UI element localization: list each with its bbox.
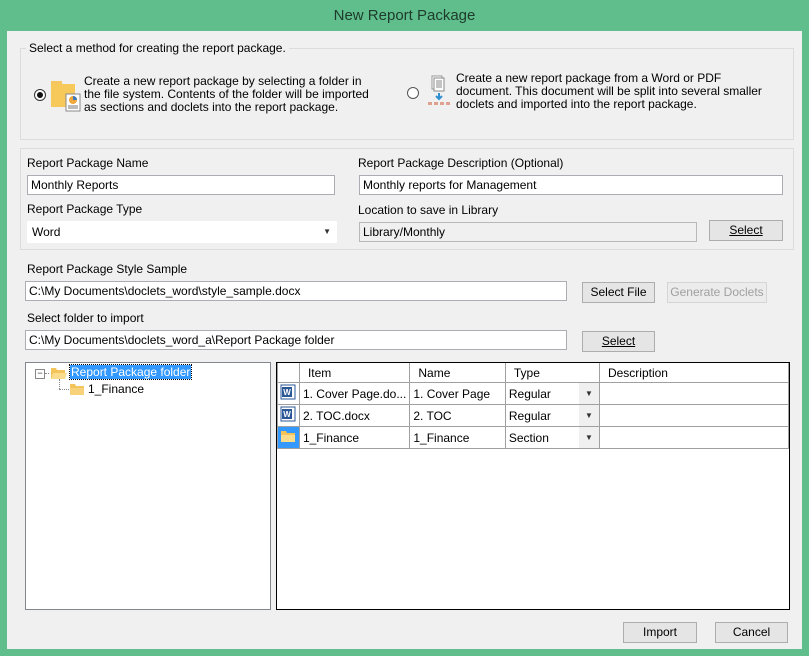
location-select-label: Select: [729, 223, 763, 237]
method-radio-folder[interactable]: [34, 89, 46, 101]
grid-header-icon: [277, 363, 300, 383]
row-item[interactable]: 1_Finance: [298, 426, 411, 449]
description-field[interactable]: Monthly reports for Management: [359, 175, 783, 195]
grid-header-item[interactable]: Item: [298, 363, 411, 383]
row-icon-cell: W: [277, 404, 300, 427]
chevron-down-icon: ▼: [578, 427, 599, 448]
method-radio-document[interactable]: [407, 87, 419, 99]
row-type-value: Section: [508, 430, 549, 445]
row-item[interactable]: 2. TOC.docx: [298, 404, 411, 427]
tree-connector: [59, 379, 60, 389]
items-grid[interactable]: Item Name Type Description W 1. Cover Pa…: [276, 362, 790, 610]
name-label: Report Package Name: [27, 156, 149, 170]
folder-icon: [70, 384, 84, 395]
table-row[interactable]: 1_Finance 1_Finance Section ▼: [277, 426, 790, 449]
location-field: Library/Monthly: [359, 222, 697, 242]
word-doc-icon: W: [280, 406, 296, 422]
row-type-dropdown[interactable]: Section ▼: [504, 426, 600, 449]
name-field[interactable]: Monthly Reports: [27, 175, 335, 195]
description-label: Report Package Description (Optional): [358, 156, 564, 170]
row-description[interactable]: [598, 426, 790, 449]
row-name[interactable]: 1_Finance: [409, 426, 506, 449]
row-name[interactable]: 1. Cover Page: [409, 382, 506, 405]
folder-icon: [281, 431, 295, 442]
cancel-button[interactable]: Cancel: [715, 622, 788, 643]
tree-node-root[interactable]: Report Package folder: [68, 364, 193, 380]
generate-doclets-button: Generate Doclets: [667, 282, 767, 303]
grid-header-description[interactable]: Description: [598, 363, 790, 383]
grid-header-type[interactable]: Type: [504, 363, 600, 383]
grid-header-name[interactable]: Name: [409, 363, 506, 383]
row-item[interactable]: 1. Cover Page.do...: [298, 382, 411, 405]
svg-text:W: W: [283, 410, 291, 419]
row-type-value: Regular: [508, 408, 551, 423]
tree-connector: [45, 373, 49, 374]
svg-text:W: W: [283, 388, 291, 397]
row-name[interactable]: 2. TOC: [409, 404, 506, 427]
method-folder-description: Create a new report package by selecting…: [84, 74, 369, 114]
dialog-client: Select a method for creating the report …: [7, 31, 802, 649]
folder-report-icon: [51, 81, 81, 112]
folder-label: Select folder to import: [27, 311, 144, 325]
tree-node-1-finance[interactable]: 1_Finance: [88, 382, 144, 397]
folder-tree[interactable]: − Report Package folder 1_Finance: [25, 362, 271, 610]
type-label: Report Package Type: [27, 202, 143, 216]
folder-field[interactable]: C:\My Documents\doclets_word_a\Report Pa…: [25, 330, 567, 350]
row-description[interactable]: [598, 404, 790, 427]
document-split-icon: [428, 75, 450, 105]
grid-header-row: Item Name Type Description: [277, 363, 790, 383]
table-row[interactable]: W 2. TOC.docx 2. TOC Regular ▼: [277, 404, 790, 427]
import-button[interactable]: Import: [623, 622, 697, 643]
chevron-down-icon: ▼: [578, 383, 599, 404]
method-group-legend: Select a method for creating the report …: [26, 41, 289, 55]
tree-connector: [59, 389, 69, 390]
row-icon-cell: W: [277, 382, 300, 405]
tree-node-root-label: Report Package folder: [68, 364, 193, 380]
row-type-dropdown[interactable]: Regular ▼: [504, 382, 600, 405]
word-doc-icon: W: [280, 384, 296, 400]
select-file-button[interactable]: Select File: [582, 282, 655, 303]
row-description[interactable]: [598, 382, 790, 405]
method-document-description: Create a new report package from a Word …: [456, 71, 762, 111]
chevron-down-icon: ▼: [578, 405, 599, 426]
style-sample-field[interactable]: C:\My Documents\doclets_word\style_sampl…: [25, 281, 567, 301]
location-label: Location to save in Library: [358, 203, 499, 217]
window-title: New Report Package: [333, 7, 476, 24]
style-sample-label: Report Package Style Sample: [27, 262, 188, 276]
collapse-icon[interactable]: −: [35, 369, 45, 379]
chevron-down-icon: ▼: [323, 227, 331, 236]
folder-select-label: Select: [601, 334, 636, 348]
folder-open-icon: [51, 368, 67, 379]
row-icon-cell: [277, 426, 300, 449]
folder-select-button[interactable]: Select: [582, 331, 655, 352]
table-row[interactable]: W 1. Cover Page.do... 1. Cover Page Regu…: [277, 382, 790, 405]
row-type-dropdown[interactable]: Regular ▼: [504, 404, 600, 427]
row-type-value: Regular: [508, 386, 551, 401]
location-select-button[interactable]: Select: [709, 220, 783, 241]
type-dropdown[interactable]: Word ▼: [27, 221, 337, 243]
type-dropdown-value: Word: [32, 225, 61, 239]
